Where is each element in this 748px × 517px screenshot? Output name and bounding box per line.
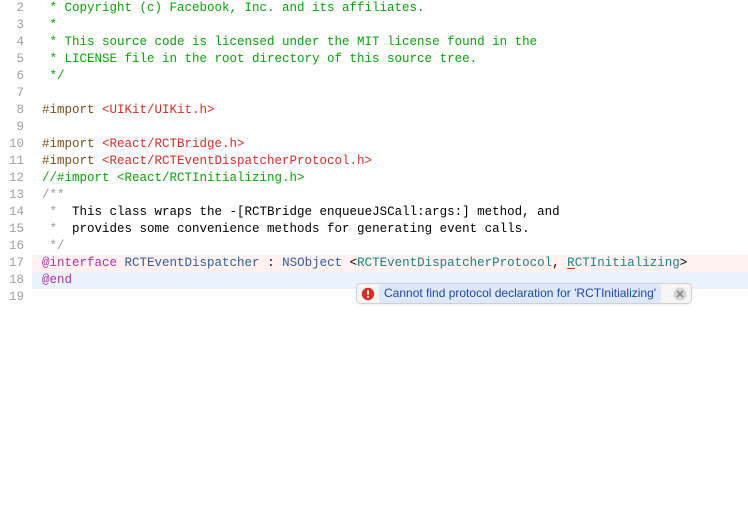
close-icon[interactable] bbox=[673, 287, 687, 301]
line-number-gutter: 2345678910111213141516171819 bbox=[0, 0, 32, 517]
line-number: 5 bbox=[0, 51, 24, 68]
line-number: 12 bbox=[0, 170, 24, 187]
line-number: 13 bbox=[0, 187, 24, 204]
code-line[interactable]: #import <UIKit/UIKit.h> bbox=[32, 102, 748, 119]
code-line[interactable]: * provides some convenience methods for … bbox=[32, 221, 748, 238]
code-line[interactable] bbox=[32, 85, 748, 102]
code-line[interactable]: */ bbox=[32, 238, 748, 255]
line-number: 2 bbox=[0, 0, 24, 17]
code-line[interactable]: */ bbox=[32, 68, 748, 85]
code-line[interactable] bbox=[32, 119, 748, 136]
code-line[interactable]: * This source code is licensed under the… bbox=[32, 34, 748, 51]
code-line[interactable]: * This class wraps the -[RCTBridge enque… bbox=[32, 204, 748, 221]
code-line[interactable]: * LICENSE file in the root directory of … bbox=[32, 51, 748, 68]
line-number: 9 bbox=[0, 119, 24, 136]
code-line[interactable]: * bbox=[32, 17, 748, 34]
line-number: 7 bbox=[0, 85, 24, 102]
line-number: 17 bbox=[0, 255, 24, 272]
line-number: 4 bbox=[0, 34, 24, 51]
code-line[interactable]: @interface RCTEventDispatcher : NSObject… bbox=[32, 255, 748, 272]
code-line[interactable]: #import <React/RCTEventDispatcherProtoco… bbox=[32, 153, 748, 170]
line-number: 16 bbox=[0, 238, 24, 255]
code-line[interactable]: * Copyright (c) Facebook, Inc. and its a… bbox=[32, 0, 748, 17]
code-line[interactable]: /** bbox=[32, 187, 748, 204]
error-message: Cannot find protocol declaration for 'RC… bbox=[379, 284, 661, 303]
line-number: 3 bbox=[0, 17, 24, 34]
line-number: 15 bbox=[0, 221, 24, 238]
line-number: 11 bbox=[0, 153, 24, 170]
line-number: 6 bbox=[0, 68, 24, 85]
code-line[interactable]: //#import <React/RCTInitializing.h> bbox=[32, 170, 748, 187]
code-area[interactable]: * Copyright (c) Facebook, Inc. and its a… bbox=[32, 0, 748, 517]
line-number: 14 bbox=[0, 204, 24, 221]
code-editor[interactable]: 2345678910111213141516171819 * Copyright… bbox=[0, 0, 748, 517]
code-line[interactable]: #import <React/RCTBridge.h> bbox=[32, 136, 748, 153]
error-popup[interactable]: Cannot find protocol declaration for 'RC… bbox=[356, 283, 692, 304]
line-number: 10 bbox=[0, 136, 24, 153]
line-number: 8 bbox=[0, 102, 24, 119]
line-number: 19 bbox=[0, 289, 24, 306]
line-number: 18 bbox=[0, 272, 24, 289]
error-icon bbox=[361, 287, 375, 301]
